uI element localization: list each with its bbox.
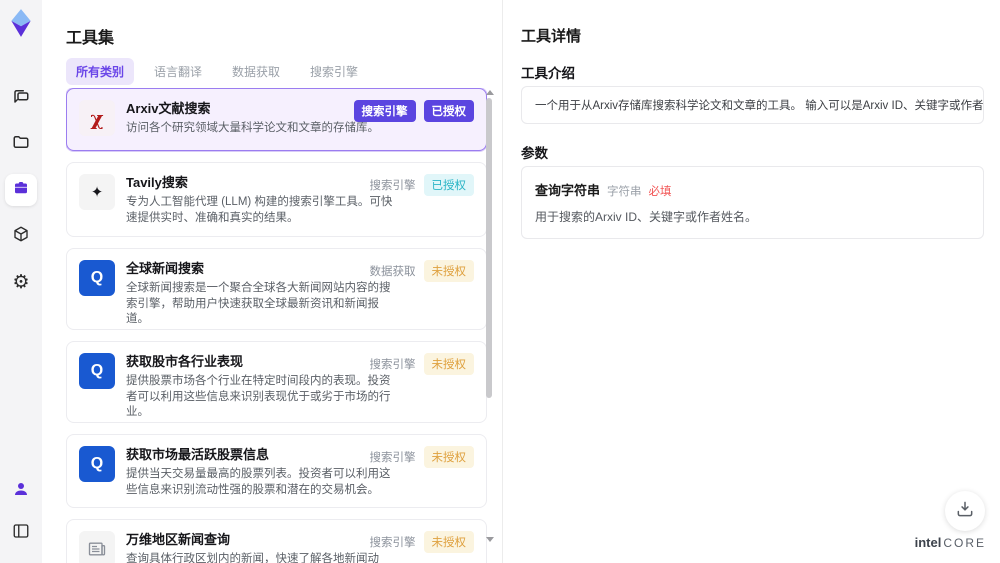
gear-icon: ⚙ bbox=[12, 270, 30, 293]
tool-name: 万维地区新闻查询 bbox=[126, 532, 231, 547]
search-q-icon: Q bbox=[79, 353, 115, 389]
scroll-down-arrow-icon[interactable] bbox=[486, 537, 494, 542]
category-badge: 搜索引擎 bbox=[369, 180, 416, 192]
category-badge: 搜索引擎 bbox=[369, 452, 416, 464]
tavily-sparkle-icon: ✦ bbox=[79, 174, 115, 210]
page-title: 工具集 bbox=[66, 30, 115, 47]
detail-title: 工具详情 bbox=[521, 28, 582, 45]
collapse-panel-icon bbox=[12, 522, 30, 545]
intro-section-label: 工具介绍 bbox=[521, 66, 575, 81]
list-scrollbar[interactable] bbox=[485, 90, 494, 542]
auth-status-badge: 未授权 bbox=[423, 531, 474, 553]
sidebar-item-files[interactable] bbox=[5, 128, 37, 160]
tool-card-list: χ Arxiv文献搜索 访问各个研究领域大量科学论文和文章的存储库。 搜索引擎 … bbox=[66, 88, 487, 563]
category-badge: 搜索引擎 bbox=[353, 100, 416, 122]
user-avatar[interactable] bbox=[5, 475, 37, 507]
param-name: 查询字符串 bbox=[535, 183, 601, 198]
app-logo bbox=[8, 8, 34, 38]
tool-description: 提供当天交易量最高的股票列表。投资者可以利用这些信息来识别流动性强的股票和潜在的… bbox=[126, 468, 391, 496]
tab-search-engine[interactable]: 搜索引擎 bbox=[300, 58, 368, 85]
tool-name: Tavily搜索 bbox=[126, 175, 188, 190]
tool-description: 专为人工智能代理 (LLM) 构建的搜索引擎工具。可快速提供实时、准确和真实的结… bbox=[126, 196, 393, 224]
core-logo-text: core bbox=[943, 536, 986, 550]
tool-card-regional-news[interactable]: 万维地区新闻查询 查询具体行政区划内的新闻，快速了解各地新闻动态。 搜索引擎 未… bbox=[66, 519, 487, 563]
auth-status-badge: 已授权 bbox=[423, 174, 474, 196]
tool-name: 获取股市各行业表现 bbox=[126, 354, 244, 369]
search-q-icon: Q bbox=[79, 260, 115, 296]
download-button[interactable] bbox=[945, 491, 985, 531]
auth-status-badge: 未授权 bbox=[423, 353, 474, 375]
category-tabs: 所有类别 语言翻译 数据获取 搜索引擎 bbox=[66, 58, 368, 85]
collapse-sidebar-button[interactable] bbox=[5, 517, 37, 549]
tool-card-tavily[interactable]: ✦ Tavily搜索 专为人工智能代理 (LLM) 构建的搜索引擎工具。可快速提… bbox=[66, 162, 487, 237]
auth-status-badge: 未授权 bbox=[423, 446, 474, 468]
tool-detail-panel: 工具详情 工具介绍 一个用于从Arxiv存储库搜索科学论文和文章的工具。 输入可… bbox=[502, 0, 1000, 563]
tool-description: 全球新闻搜索是一个聚合全球各大新闻网站内容的搜索引擎，帮助用户快速获取全球最新资… bbox=[126, 282, 391, 325]
params-section-label: 参数 bbox=[521, 146, 548, 161]
download-icon bbox=[955, 499, 975, 524]
tool-intro-text: 一个用于从Arxiv存储库搜索科学论文和文章的工具。 输入可以是Arxiv ID… bbox=[535, 100, 984, 112]
package-icon bbox=[12, 225, 30, 248]
tool-card-arxiv[interactable]: χ Arxiv文献搜索 访问各个研究领域大量科学论文和文章的存储库。 搜索引擎 … bbox=[66, 88, 487, 151]
parameter-card: 查询字符串 字符串 必填 用于搜索的Arxiv ID、关键字或作者姓名。 bbox=[521, 166, 984, 239]
tool-card-most-active-stocks[interactable]: Q 获取市场最活跃股票信息 提供当天交易量最高的股票列表。投资者可以利用这些信息… bbox=[66, 434, 487, 508]
tool-intro-box: 一个用于从Arxiv存储库搜索科学论文和文章的工具。 输入可以是Arxiv ID… bbox=[521, 86, 984, 124]
sidebar-item-chat[interactable] bbox=[5, 82, 37, 114]
tool-list-panel: 工具集 所有类别 语言翻译 数据获取 搜索引擎 χ Arxiv文献搜索 访问各个… bbox=[42, 0, 502, 563]
tool-description: 提供股票市场各个行业在特定时间段内的表现。投资者可以利用这些信息来识别表现优于或… bbox=[126, 375, 391, 418]
sidebar-nav: ⚙ bbox=[5, 82, 37, 298]
tool-description: 访问各个研究领域大量科学论文和文章的存储库。 bbox=[126, 122, 379, 134]
param-required-flag: 必填 bbox=[648, 186, 672, 198]
newspaper-icon bbox=[79, 531, 115, 563]
tool-description: 查询具体行政区划内的新闻，快速了解各地新闻动态。 bbox=[126, 553, 379, 563]
param-description: 用于搜索的Arxiv ID、关键字或作者姓名。 bbox=[535, 210, 758, 224]
scrollbar-thumb[interactable] bbox=[486, 98, 492, 398]
intel-logo-text: intel bbox=[914, 535, 942, 550]
sidebar-item-tools[interactable] bbox=[5, 174, 37, 206]
tab-data-fetch[interactable]: 数据获取 bbox=[222, 58, 290, 85]
scroll-up-arrow-icon[interactable] bbox=[486, 90, 494, 95]
tab-language-translation[interactable]: 语言翻译 bbox=[144, 58, 212, 85]
tool-name: 获取市场最活跃股票信息 bbox=[126, 447, 270, 462]
left-sidebar: ⚙ bbox=[0, 0, 42, 563]
auth-status-badge: 未授权 bbox=[423, 260, 474, 282]
tool-name: 全球新闻搜索 bbox=[126, 261, 205, 276]
category-badge: 数据获取 bbox=[369, 266, 416, 278]
tool-card-sector-performance[interactable]: Q 获取股市各行业表现 提供股票市场各个行业在特定时间段内的表现。投资者可以利用… bbox=[66, 341, 487, 423]
toolbox-icon bbox=[12, 179, 30, 202]
tab-all-categories[interactable]: 所有类别 bbox=[66, 58, 135, 85]
category-badge: 搜索引擎 bbox=[369, 537, 416, 549]
chat-icon bbox=[12, 87, 30, 110]
arxiv-logo-icon: χ bbox=[79, 100, 115, 136]
user-icon bbox=[12, 480, 30, 503]
param-type: 字符串 bbox=[607, 186, 642, 198]
sidebar-item-settings[interactable]: ⚙ bbox=[5, 266, 37, 298]
folder-icon bbox=[12, 133, 30, 156]
category-badge: 搜索引擎 bbox=[369, 359, 416, 371]
search-q-icon: Q bbox=[79, 446, 115, 482]
intel-core-logo: intel core bbox=[915, 535, 986, 550]
auth-status-badge: 已授权 bbox=[423, 100, 474, 122]
sidebar-item-packages[interactable] bbox=[5, 220, 37, 252]
tool-card-global-news[interactable]: Q 全球新闻搜索 全球新闻搜索是一个聚合全球各大新闻网站内容的搜索引擎，帮助用户… bbox=[66, 248, 487, 330]
